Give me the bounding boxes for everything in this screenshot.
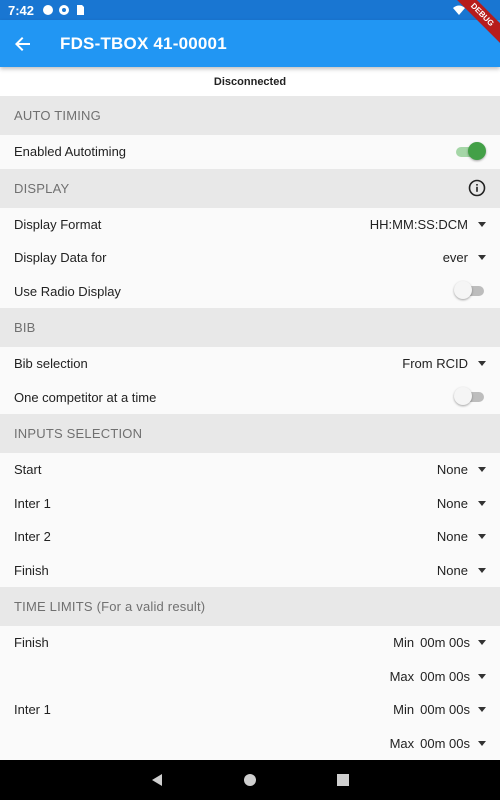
section-title: DISPLAY	[14, 180, 70, 196]
section-header-display: DISPLAY	[0, 168, 500, 208]
sd-card-icon	[77, 5, 85, 15]
row-label: Enabled Autotiming	[14, 144, 127, 160]
section-header-time-limits: TIME LIMITS (For a valid result)	[0, 587, 500, 626]
row-label: Start	[14, 462, 42, 478]
dropdown-value: From RCID	[402, 356, 468, 372]
app-bar: FDS-TBOX 41-00001	[0, 20, 500, 67]
dropdown-value: None	[436, 495, 468, 511]
row-label: Inter 1	[14, 495, 51, 511]
section-header-bib: BIB	[0, 308, 500, 347]
toggle-thumb	[454, 387, 472, 406]
nav-back-icon[interactable]	[150, 773, 164, 787]
display-data-for-dropdown[interactable]: ever	[443, 250, 486, 265]
row-input-start[interactable]: Start None	[0, 453, 500, 487]
section-title: TIME LIMITS (For a valid result)	[14, 599, 206, 614]
row-label: Finish	[14, 635, 49, 651]
finish-max-dropdown[interactable]: Max 00m 00s	[390, 669, 486, 684]
row-label: Finish	[14, 562, 49, 578]
bib-selection-dropdown[interactable]: From RCID	[402, 356, 486, 371]
row-label: Inter 1	[14, 702, 51, 718]
notification-icon	[43, 5, 54, 15]
row-use-radio-display[interactable]: Use Radio Display	[0, 274, 500, 308]
limit-row-inter-1-min: Inter 1 Min 00m 00s	[0, 693, 500, 727]
max-label: Max	[389, 668, 415, 684]
inter-1-max-dropdown[interactable]: Max 00m 00s	[390, 736, 486, 751]
dropdown-arrow-icon	[478, 740, 486, 746]
row-label: Display Format	[14, 216, 102, 232]
row-display-data-for[interactable]: Display Data for ever	[0, 241, 500, 275]
settings-list[interactable]: AUTO TIMING Enabled Autotiming DISPLAY D…	[0, 96, 500, 760]
nav-home-icon[interactable]	[243, 773, 257, 787]
limit-row-inter-1-max: Max 00m 00s	[0, 727, 500, 761]
dropdown-arrow-icon	[478, 221, 486, 227]
row-one-competitor[interactable]: One competitor at a time	[0, 380, 500, 414]
input-start-dropdown[interactable]: None	[437, 462, 486, 477]
row-label: Bib selection	[14, 356, 88, 372]
dropdown-value: None	[436, 462, 468, 478]
arrow-back-icon	[15, 36, 30, 51]
min-label: Min	[393, 702, 415, 718]
row-input-inter-1[interactable]: Inter 1 None	[0, 486, 500, 520]
one-competitor-toggle[interactable]	[454, 387, 486, 407]
back-button[interactable]	[0, 20, 46, 67]
toggle-thumb	[468, 141, 486, 160]
dropdown-value: None	[436, 562, 468, 578]
autotiming-toggle[interactable]	[454, 141, 486, 162]
section-title: INPUTS SELECTION	[14, 426, 143, 441]
row-bib-selection[interactable]: Bib selection From RCID	[0, 347, 500, 381]
row-display-format[interactable]: Display Format HH:MM:SS:DCM	[0, 207, 500, 241]
nav-recents-icon[interactable]	[336, 773, 350, 787]
app-notification-icon	[59, 5, 70, 15]
limit-row-finish-min: Finish Min 00m 00s	[0, 626, 500, 660]
dropdown-arrow-icon	[478, 534, 486, 540]
row-label: Display Data for	[14, 250, 107, 266]
row-input-finish[interactable]: Finish None	[0, 553, 500, 587]
dropdown-value: 00m 00s	[420, 668, 470, 684]
toggle-thumb	[454, 281, 472, 300]
row-label: Inter 2	[14, 529, 51, 545]
min-label: Min	[393, 635, 415, 651]
dropdown-value: ever	[442, 250, 468, 266]
row-input-inter-2[interactable]: Inter 2 None	[0, 520, 500, 554]
row-label: Use Radio Display	[14, 283, 121, 299]
dropdown-arrow-icon	[478, 467, 486, 473]
dropdown-arrow-icon	[478, 500, 486, 506]
dropdown-arrow-icon	[478, 567, 486, 573]
dropdown-arrow-icon	[478, 673, 486, 679]
dropdown-arrow-icon	[478, 255, 486, 261]
row-label: One competitor at a time	[14, 389, 157, 405]
dropdown-value: 00m 00s	[420, 635, 470, 651]
dropdown-value: 00m 00s	[420, 702, 470, 718]
page-title: FDS-TBOX 41-00001	[60, 33, 227, 53]
section-title: BIB	[14, 320, 36, 335]
section-title: AUTO TIMING	[14, 108, 101, 123]
display-format-dropdown[interactable]: HH:MM:SS:DCM	[370, 217, 486, 232]
status-bar: 7:42	[0, 0, 500, 20]
dropdown-value: None	[436, 529, 468, 545]
inter-1-min-dropdown[interactable]: Min 00m 00s	[393, 702, 486, 717]
max-label: Max	[389, 735, 415, 751]
input-inter-1-dropdown[interactable]: None	[437, 496, 486, 511]
dropdown-arrow-icon	[478, 640, 486, 646]
limit-row-finish-max: Max 00m 00s	[0, 660, 500, 694]
dropdown-arrow-icon	[478, 361, 486, 367]
finish-min-dropdown[interactable]: Min 00m 00s	[393, 635, 486, 650]
system-nav-bar	[0, 760, 500, 800]
dropdown-arrow-icon	[478, 707, 486, 713]
section-header-inputs: INPUTS SELECTION	[0, 414, 500, 453]
radio-display-toggle[interactable]	[454, 281, 486, 301]
dropdown-value: 00m 00s	[420, 735, 470, 751]
section-header-auto-timing: AUTO TIMING	[0, 96, 500, 135]
row-enabled-autotiming[interactable]: Enabled Autotiming	[0, 135, 500, 169]
input-finish-dropdown[interactable]: None	[437, 563, 486, 578]
dropdown-value: HH:MM:SS:DCM	[369, 216, 468, 232]
connection-status: Disconnected	[0, 67, 500, 96]
status-time: 7:42	[8, 2, 35, 18]
input-inter-2-dropdown[interactable]: None	[437, 529, 486, 544]
info-icon[interactable]	[468, 179, 486, 197]
